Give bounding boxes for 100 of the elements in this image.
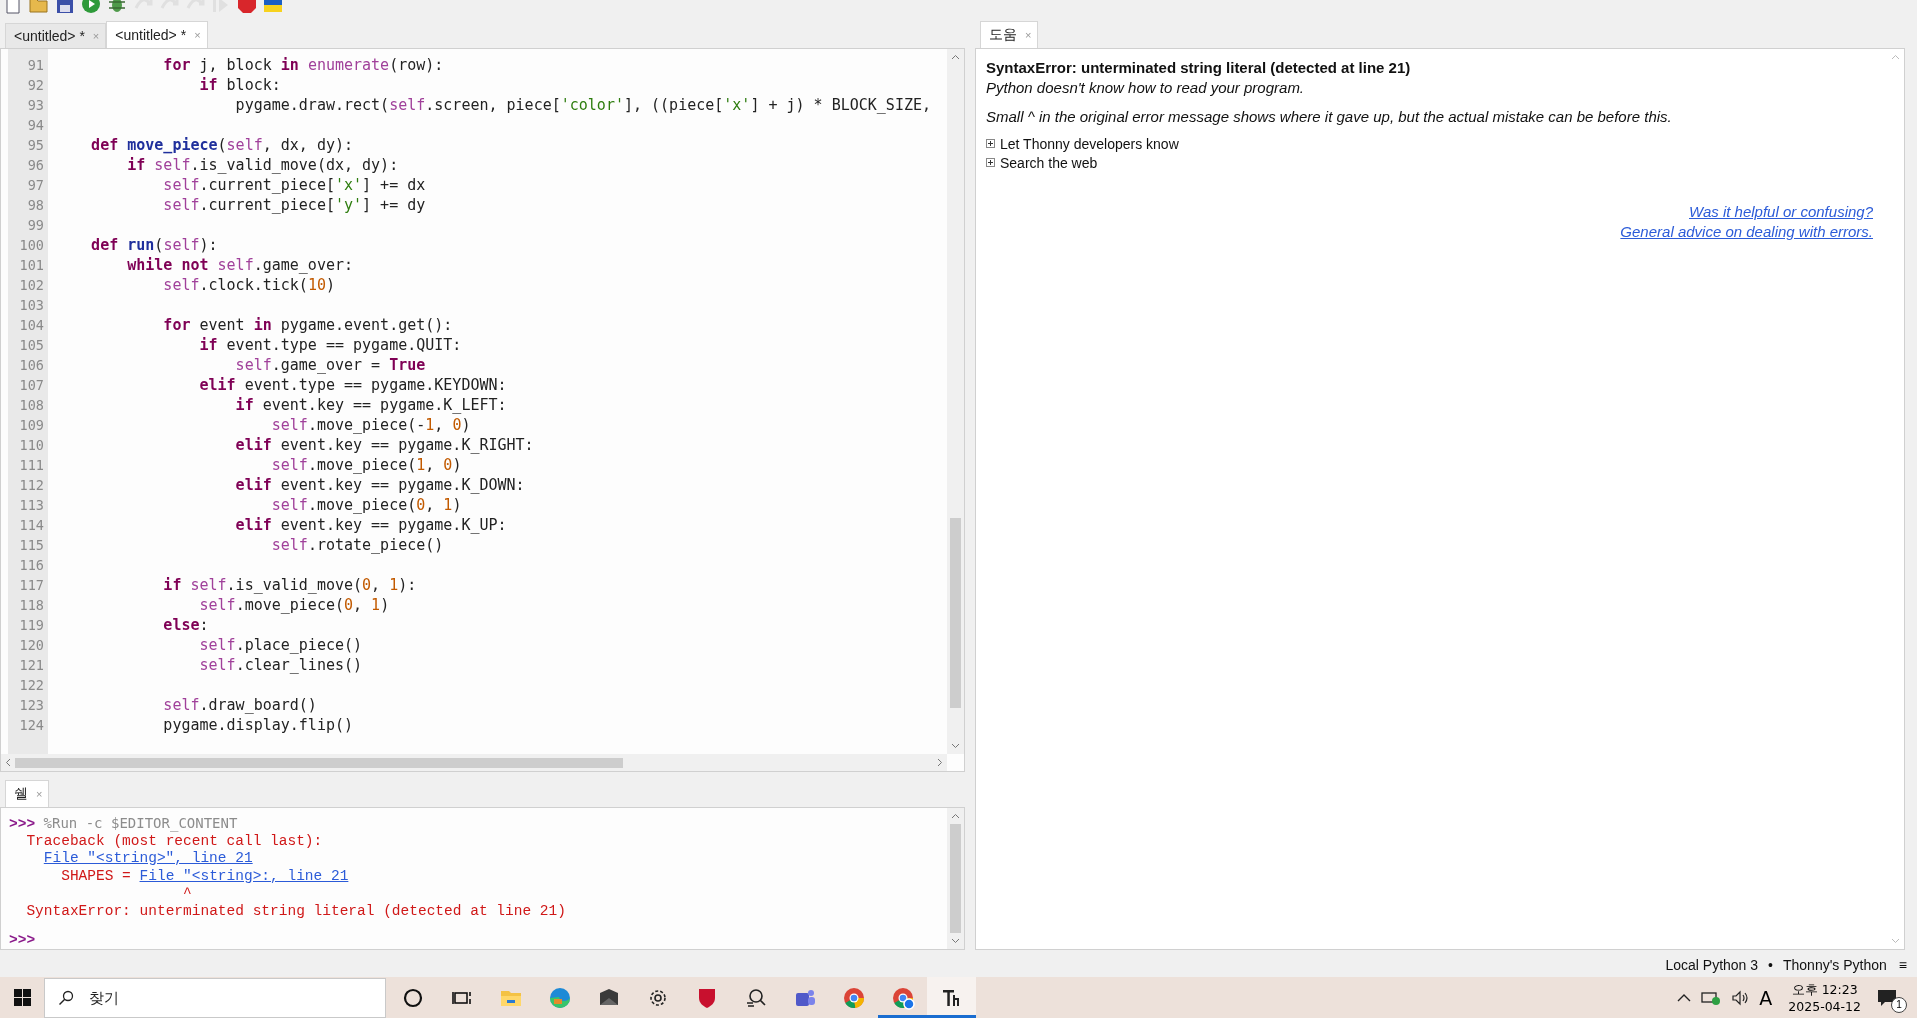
code-line: def run(self): (90, 235, 219, 255)
code-line: self.move_piece(0, 1) (270, 495, 463, 515)
error-title: SyntaxError: unterminated string literal (detected at line 21) (986, 58, 1412, 78)
code-line: self.draw_board() (162, 695, 318, 715)
menu-button[interactable]: ≡ (1898, 956, 1907, 973)
stop-sign-icon[interactable] (237, 0, 257, 14)
file-link[interactable]: File "<string>", line 21 (43, 850, 253, 867)
scrollbar-thumb[interactable] (950, 518, 961, 708)
error-summary: Python doesn't know how to read your program. (986, 78, 1306, 98)
code-line: pygame.draw.rect(self.screen, piece['color'], ((piece['x'] + j) * BLOCK_SIZE, (234, 95, 931, 115)
line-number: 122 (18, 676, 45, 695)
code-line: while not self.game_over: (126, 255, 355, 275)
bug-icon[interactable] (107, 0, 127, 14)
code-line: else: (162, 615, 210, 635)
scroll-right-icon[interactable] (937, 758, 943, 767)
traceback-line: SyntaxError: unterminated string literal (detected at line 21) (25, 902, 566, 919)
line-number: 103 (18, 296, 45, 315)
scroll-down-icon[interactable] (951, 938, 960, 945)
code-line: self.game_over = True (234, 355, 427, 375)
shell-prompt: >>> (9, 931, 36, 948)
code-editor[interactable] (0, 48, 965, 772)
section-label[interactable]: Let Thonny developers know (1000, 135, 1179, 152)
line-number: 101 (18, 256, 45, 275)
traceback-line: Traceback (most recent call last): (25, 832, 323, 849)
line-number: 95 (26, 136, 45, 155)
notification-count: 1 (1891, 996, 1907, 1013)
line-number: 109 (18, 416, 45, 435)
line-number: 97 (26, 176, 45, 195)
scrollbar-thumb[interactable] (15, 757, 623, 768)
taskbar-button[interactable] (927, 977, 976, 1018)
folder-icon[interactable] (29, 0, 49, 14)
scroll-left-icon[interactable] (5, 758, 11, 767)
code-line: for event in pygame.event.get(): (162, 315, 454, 335)
line-number: 120 (18, 636, 45, 655)
traceback-line: SHAPES = File "<string>:, line 21 (60, 867, 349, 884)
expand-icon[interactable] (986, 158, 995, 167)
vertical-scrollbar[interactable] (947, 808, 964, 950)
clock-time[interactable]: 오후 12:23 (1791, 980, 1858, 998)
code-line: elif event.type == pygame.KEYDOWN: (198, 375, 508, 395)
code-line: self.rotate_piece() (270, 535, 445, 555)
scroll-up-icon[interactable] (951, 54, 960, 60)
scroll-down-icon[interactable] (951, 743, 960, 749)
code-line: if self.is_valid_move(0, 1): (162, 575, 418, 595)
scroll-up-icon[interactable] (951, 813, 960, 819)
line-number: 92 (26, 76, 45, 95)
play-icon[interactable] (81, 0, 101, 14)
horizontal-scrollbar[interactable] (1, 754, 947, 771)
code-line: for j, block in enumerate(row): (162, 55, 445, 75)
grid-icon (13, 989, 31, 1006)
help-tab[interactable]: 도움 × (980, 21, 1039, 48)
line-number: 117 (18, 576, 45, 595)
chevron-up-icon[interactable] (1677, 992, 1692, 1003)
code-line: elif event.key == pygame.K_UP: (234, 515, 508, 535)
line-number: 112 (18, 476, 45, 495)
expand-icon[interactable] (986, 139, 995, 148)
line-number: 100 (18, 236, 45, 255)
line-number: 119 (18, 616, 45, 635)
code-line: self.move_piece(0, 1) (198, 595, 391, 615)
line-number: 93 (26, 96, 45, 115)
editor-tab[interactable]: <untitled> * × (106, 21, 208, 48)
notification-icon[interactable] (1877, 988, 1897, 1007)
code-line: self.place_piece() (198, 635, 364, 655)
scrollbar-thumb[interactable] (950, 824, 961, 934)
section-label[interactable]: Search the web (1000, 154, 1098, 171)
line-number: 123 (18, 696, 45, 715)
shell-panel[interactable]: >>> %Run -c $EDITOR_CONTENT Traceback (most recent call last): File "<string>", line 21 SHAPES = File "<string>:, line 21 ^ SyntaxError: unterminated string literal (detected at line 21) >>> (0, 807, 965, 950)
backend-label[interactable]: Thonny's Python (1782, 956, 1887, 973)
speaker-icon[interactable] (1731, 989, 1750, 1006)
editor-tab[interactable]: <untitled> * × (5, 23, 107, 48)
interpreter-label[interactable]: Local Python 3 (1665, 956, 1759, 973)
page-icon[interactable] (3, 0, 23, 14)
clock-date[interactable]: 2025-04-12 (1788, 997, 1861, 1015)
shell-command: %Run -c $EDITOR_CONTENT (42, 815, 238, 831)
vertical-scrollbar[interactable] (947, 49, 964, 754)
help-link[interactable]: Was it helpful or confusing? (1689, 202, 1873, 222)
line-number: 124 (18, 716, 45, 735)
file-link[interactable]: File "<string>:, line 21 (139, 867, 349, 884)
help-link[interactable]: General advice on dealing with errors. (1620, 222, 1873, 242)
line-number: 96 (26, 156, 45, 175)
error-hint: Small ^ in the original error message shows where it gave up, but the actual mistake can be before this. (986, 107, 1673, 127)
line-number: 102 (18, 276, 45, 295)
input-method-indicator[interactable]: A (1759, 986, 1773, 1009)
taskbar-search-field[interactable]: 찾기 (44, 978, 386, 1018)
separator-dot: • (1768, 956, 1773, 973)
line-number: 115 (18, 536, 45, 555)
network-icon[interactable] (1701, 989, 1722, 1006)
line-number: 104 (18, 316, 45, 335)
shell-tab[interactable]: 쉘 × (5, 780, 50, 807)
code-line: if event.type == pygame.QUIT: (198, 335, 463, 355)
line-number: 113 (18, 496, 45, 515)
line-number: 106 (18, 356, 45, 375)
tricolor-circle-icon (890, 985, 915, 1010)
code-line: self.current_piece['y'] += dy (162, 195, 427, 215)
code-line: elif event.key == pygame.K_DOWN: (234, 475, 526, 495)
traceback-line: ^ (182, 885, 192, 902)
code-line: if self.is_valid_move(dx, dy): (126, 155, 400, 175)
line-number: 121 (18, 656, 45, 675)
code-line: self.clear_lines() (198, 655, 364, 675)
code-line: pygame.display.flip() (162, 715, 354, 735)
flag-icon[interactable] (263, 0, 283, 14)
